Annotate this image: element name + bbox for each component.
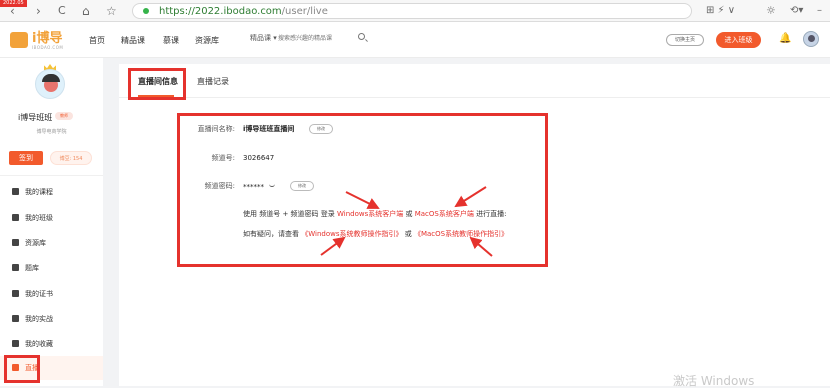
arrow-to-windows-client <box>345 191 380 209</box>
arrow-to-macos-client <box>454 186 487 208</box>
annotation-arrows <box>320 186 493 257</box>
arrow-to-windows-guide <box>320 236 346 256</box>
arrow-to-macos-guide <box>469 236 493 257</box>
